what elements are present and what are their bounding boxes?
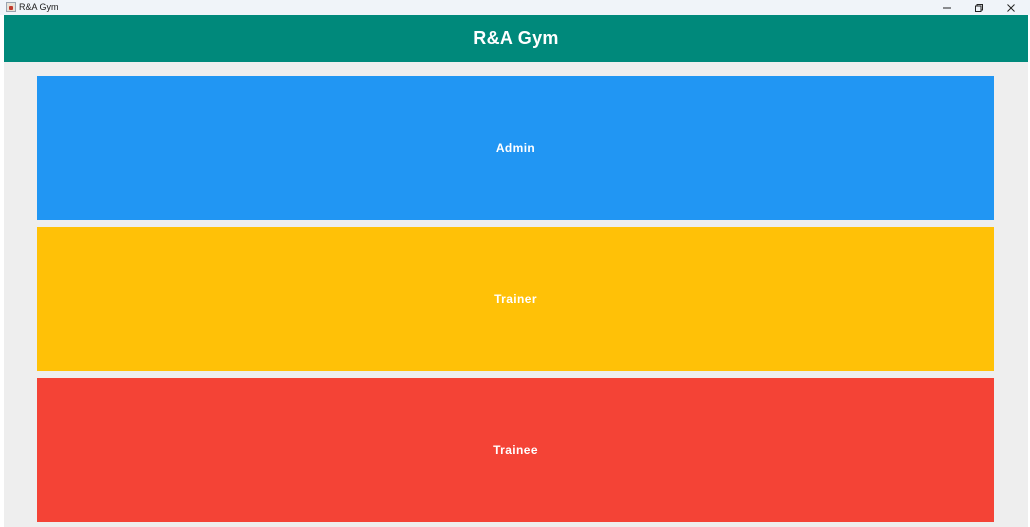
minimize-button[interactable] [932, 0, 962, 15]
app-header: R&A Gym [4, 15, 1028, 62]
admin-button[interactable]: Admin [37, 76, 994, 220]
restore-icon [975, 3, 983, 12]
window-title: R&A Gym [19, 2, 59, 12]
trainer-button[interactable]: Trainer [37, 227, 994, 371]
main-content: R&A Gym Admin Trainer Trainee [4, 15, 1028, 527]
window-titlebar: R&A Gym [0, 0, 1030, 15]
java-app-icon [6, 2, 16, 12]
trainer-button-label: Trainer [494, 292, 537, 306]
close-button[interactable] [996, 0, 1026, 15]
close-icon [1007, 3, 1015, 12]
admin-button-label: Admin [495, 141, 536, 155]
trainee-button-label: Trainee [493, 443, 538, 457]
restore-button[interactable] [964, 0, 994, 15]
trainee-button[interactable]: Trainee [37, 378, 994, 522]
app-title: R&A Gym [473, 28, 559, 48]
minimize-icon [943, 7, 951, 8]
